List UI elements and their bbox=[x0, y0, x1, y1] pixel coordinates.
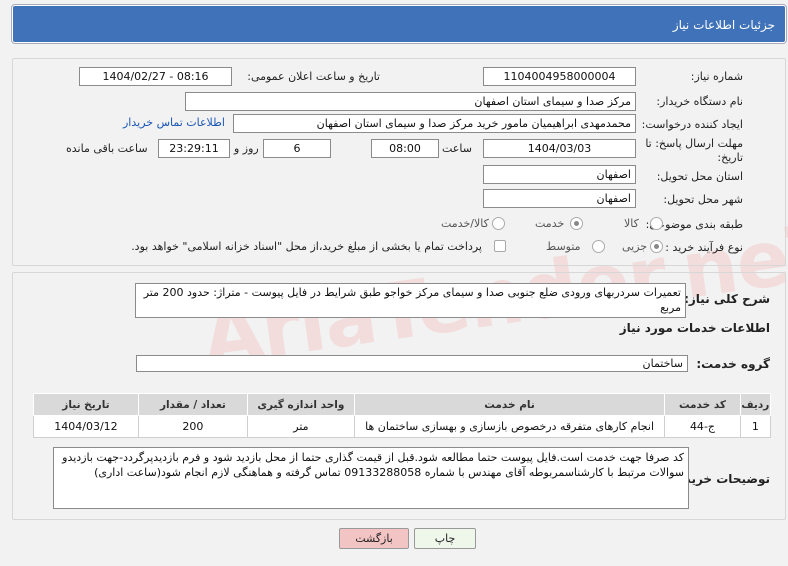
col-qty: تعداد / مقدار bbox=[137, 393, 248, 416]
city-label: شهر محل تحویل: bbox=[663, 193, 743, 206]
announce-label: تاریخ و ساعت اعلان عمومی: bbox=[247, 70, 380, 83]
category-option-service: خدمت bbox=[535, 217, 565, 230]
table-header-row: ردیف کد خدمت نام خدمت واحد اندازه گیری ت… bbox=[33, 393, 772, 416]
remaining-label: ساعت باقی مانده bbox=[66, 142, 148, 155]
creator-field: محمدمهدی ابراهیمیان مامور خرید مرکز صدا … bbox=[233, 114, 636, 133]
buyer-field: مرکز صدا و سیمای استان اصفهان bbox=[185, 92, 636, 111]
process-option-medium: متوسط bbox=[546, 240, 581, 253]
col-row: ردیف bbox=[739, 393, 772, 416]
summary-field: تعمیرات سردربهای ورودی ضلع جنوبی صدا و س… bbox=[135, 283, 686, 318]
creator-label: ایجاد کننده درخواست: bbox=[641, 118, 743, 131]
days-label: روز و bbox=[234, 142, 259, 155]
print-button[interactable]: چاپ bbox=[414, 528, 476, 549]
back-button[interactable]: بازگشت bbox=[339, 528, 409, 549]
treasury-payment-checkbox[interactable] bbox=[494, 240, 506, 252]
days-field: 6 bbox=[263, 139, 331, 158]
deadline-time-field: 08:00 bbox=[371, 139, 439, 158]
deadline-date-field: 1404/03/03 bbox=[483, 139, 636, 158]
buyer-contact-link[interactable]: اطلاعات تماس خریدار bbox=[123, 116, 225, 129]
col-unit: واحد اندازه گیری bbox=[246, 393, 355, 416]
need-number-label: شماره نیاز: bbox=[690, 70, 743, 83]
col-code: کد خدمت bbox=[664, 393, 741, 416]
category-option-both: کالا/خدمت bbox=[441, 217, 489, 230]
summary-label: شرح کلی نیاز: bbox=[684, 292, 770, 306]
category-radio-service[interactable] bbox=[570, 217, 583, 230]
page-title: جزئیات اطلاعات نیاز bbox=[672, 18, 775, 32]
cell-code: ج-44 bbox=[664, 415, 741, 438]
province-field: اصفهان bbox=[483, 165, 636, 184]
cell-qty: 200 bbox=[137, 415, 248, 438]
need-number-field: 1104004958000004 bbox=[483, 67, 636, 86]
process-radio-medium[interactable] bbox=[592, 240, 605, 253]
service-group-label: گروه خدمت: bbox=[696, 357, 770, 371]
announce-field: 1404/02/27 - 08:16 bbox=[79, 67, 232, 86]
category-option-goods: کالا bbox=[624, 217, 639, 230]
col-date: تاریخ نیاز bbox=[33, 393, 139, 416]
deadline-time-label: ساعت bbox=[442, 142, 472, 155]
remaining-time-field: 23:29:11 bbox=[158, 139, 230, 158]
process-radio-minor[interactable] bbox=[650, 240, 663, 253]
process-option-minor: جزیی bbox=[622, 240, 648, 253]
category-radio-goods[interactable] bbox=[650, 217, 663, 230]
cell-unit: متر bbox=[246, 415, 355, 438]
process-label: نوع فرآیند خرید : bbox=[665, 241, 743, 254]
deadline-label: مهلت ارسال پاسخ: تا تاریخ: bbox=[645, 137, 743, 164]
buyer-notes-field: کد صرفا جهت خدمت است.فایل پیوست حتما مطا… bbox=[53, 447, 689, 509]
services-table: ردیف کد خدمت نام خدمت واحد اندازه گیری ت… bbox=[33, 393, 772, 438]
buyer-label: نام دستگاه خریدار: bbox=[656, 95, 743, 108]
cell-date: 1404/03/12 bbox=[33, 415, 139, 438]
category-radio-both[interactable] bbox=[492, 217, 505, 230]
col-name: نام خدمت bbox=[353, 393, 666, 416]
services-section-title: اطلاعات خدمات مورد نیاز bbox=[619, 321, 770, 335]
province-label: استان محل تحویل: bbox=[656, 170, 743, 183]
table-row: 1 ج-44 انجام کارهای متفرقه درخصوص بازساز… bbox=[33, 415, 772, 438]
treasury-payment-note: پرداخت تمام یا بخشی از مبلغ خرید،از محل … bbox=[131, 240, 482, 253]
city-field: اصفهان bbox=[483, 189, 636, 208]
cell-name: انجام کارهای متفرقه درخصوص بازسازی و بهس… bbox=[353, 415, 666, 438]
page-header: جزئیات اطلاعات نیاز bbox=[12, 5, 786, 43]
service-group-field: ساختمان bbox=[136, 355, 688, 372]
cell-row: 1 bbox=[739, 415, 772, 438]
